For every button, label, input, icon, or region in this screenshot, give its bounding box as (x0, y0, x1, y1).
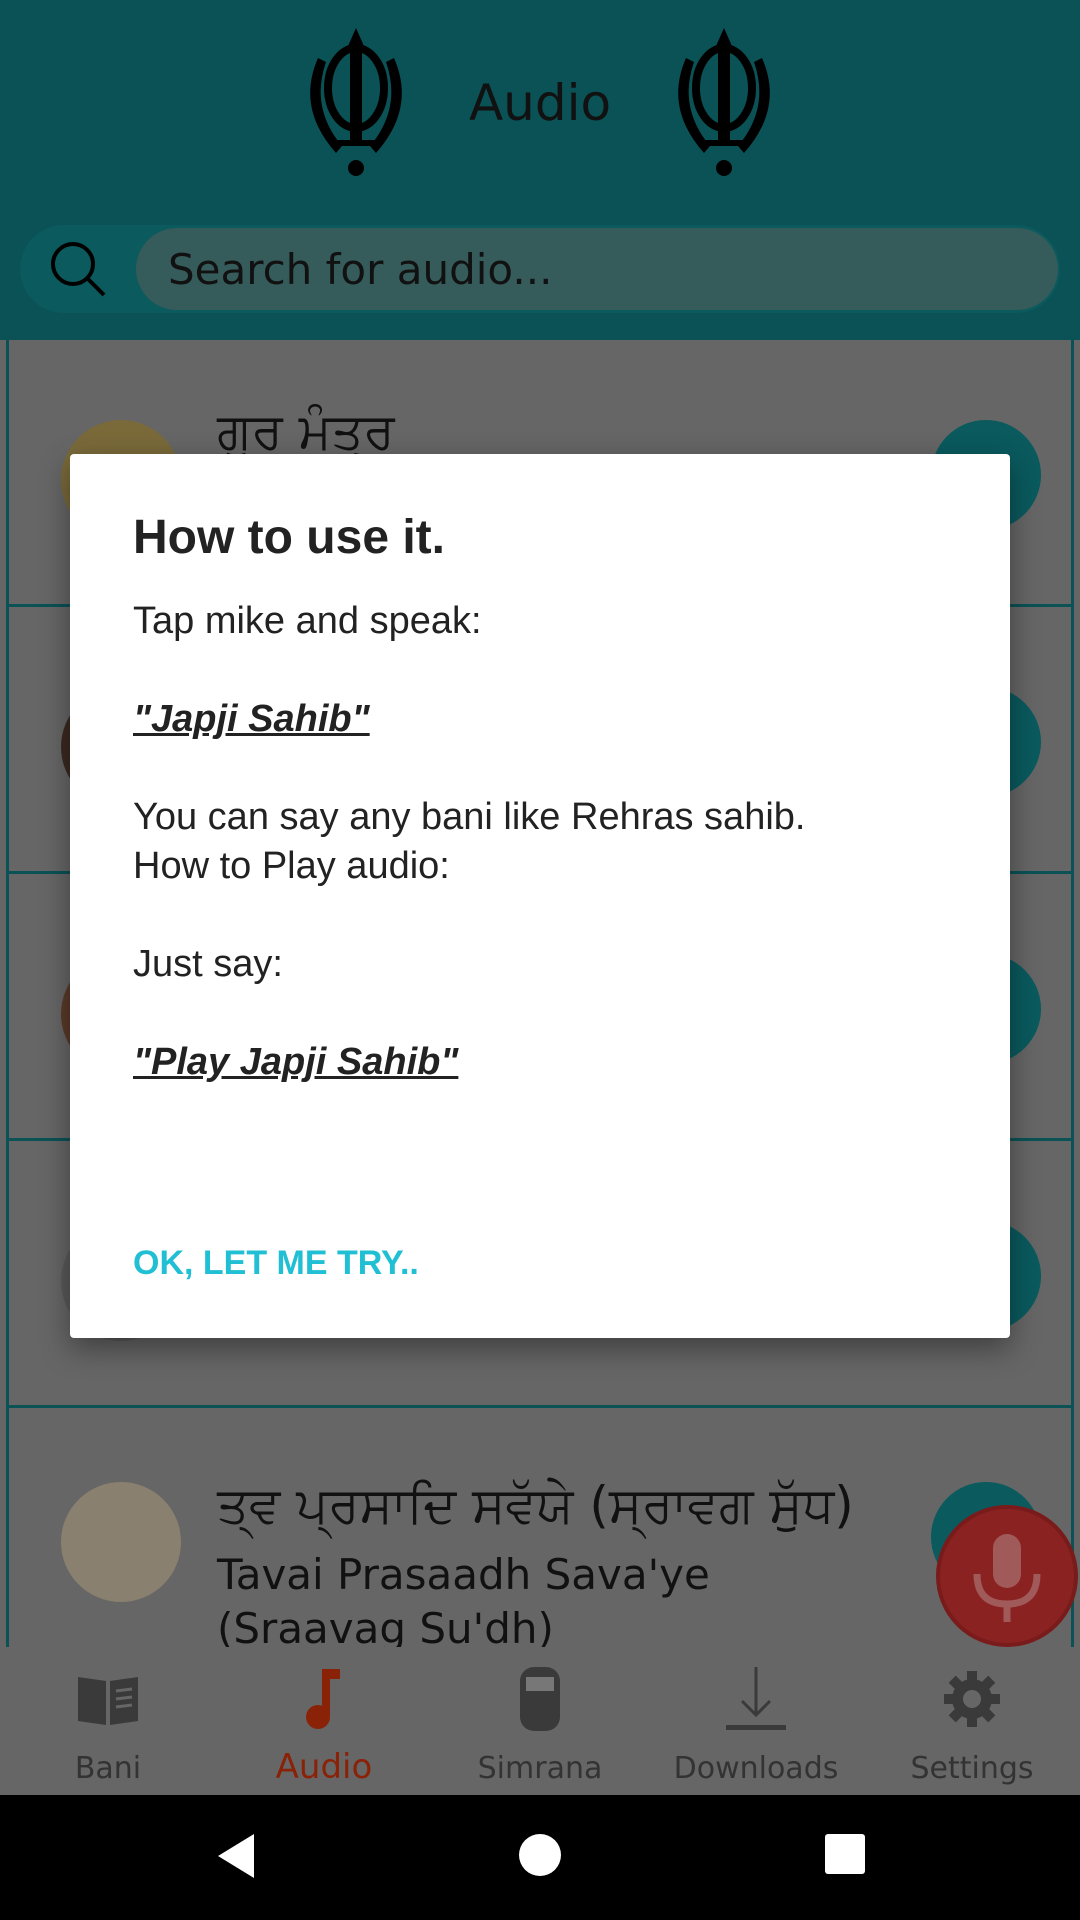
avatar (61, 1482, 181, 1602)
how-to-use-dialog: How to use it. Tap mike and speak: "Japj… (70, 454, 1010, 1338)
system-nav-bar (0, 1795, 1080, 1920)
ok-button[interactable]: OK, LET ME TRY.. (133, 1244, 419, 1283)
header: Audio Search for audio... (0, 0, 1080, 340)
dialog-text: How to Play audio: (133, 845, 450, 887)
search-bar: Search for audio... (20, 225, 1060, 313)
nav-label: Downloads (673, 1751, 839, 1786)
bottom-nav: Bani Audio Simrana Downloads Settings (0, 1647, 1080, 1795)
dialog-example: "Japji Sahib" (133, 698, 370, 740)
dialog-text: Just say: (133, 943, 283, 985)
recents-icon[interactable] (824, 1833, 866, 1875)
nav-label: Simrana (477, 1751, 603, 1786)
dialog-text: You can say any bani like Rehras sahib. (133, 796, 806, 838)
download-icon (726, 1667, 786, 1730)
nav-item-downloads[interactable]: Downloads (648, 1647, 864, 1795)
gear-icon (944, 1671, 1000, 1727)
dialog-title: How to use it. (133, 511, 445, 564)
book-icon (78, 1677, 138, 1725)
page-title: Audio (468, 74, 612, 132)
mic-button[interactable] (936, 1505, 1078, 1647)
nav-item-settings[interactable]: Settings (864, 1647, 1080, 1795)
nav-item-audio[interactable]: Audio (216, 1647, 432, 1795)
item-title-punjabi: ਤ੍ਵ ਪ੍ਰਸਾਦਿ ਸਵੱਯੇ (ਸ੍ਰਾਵਗ ਸੁੱਧ) (217, 1476, 854, 1534)
search-icon[interactable] (48, 239, 108, 299)
nav-label: Bani (74, 1751, 142, 1786)
dialog-text: Tap mike and speak: (133, 600, 482, 642)
search-input[interactable]: Search for audio... (136, 228, 1058, 310)
microphone-icon (973, 1534, 1041, 1622)
item-title-punjabi: ਗੁਰ ਮੰਤ੍ਰ (217, 402, 395, 460)
nav-label: Audio (275, 1747, 373, 1787)
khanda-icon (678, 28, 770, 176)
home-icon[interactable] (517, 1832, 563, 1878)
back-icon[interactable] (216, 1832, 256, 1880)
nav-item-bani[interactable]: Bani (0, 1647, 216, 1795)
counter-icon (520, 1667, 560, 1731)
nav-item-simrana[interactable]: Simrana (432, 1647, 648, 1795)
music-note-icon (306, 1669, 340, 1729)
nav-label: Settings (910, 1751, 1034, 1786)
item-title-english: Tavai Prasaadh Sava'ye (Sraavag Su'dh) (217, 1550, 710, 1653)
dialog-example: "Play Japji Sahib" (133, 1041, 459, 1083)
